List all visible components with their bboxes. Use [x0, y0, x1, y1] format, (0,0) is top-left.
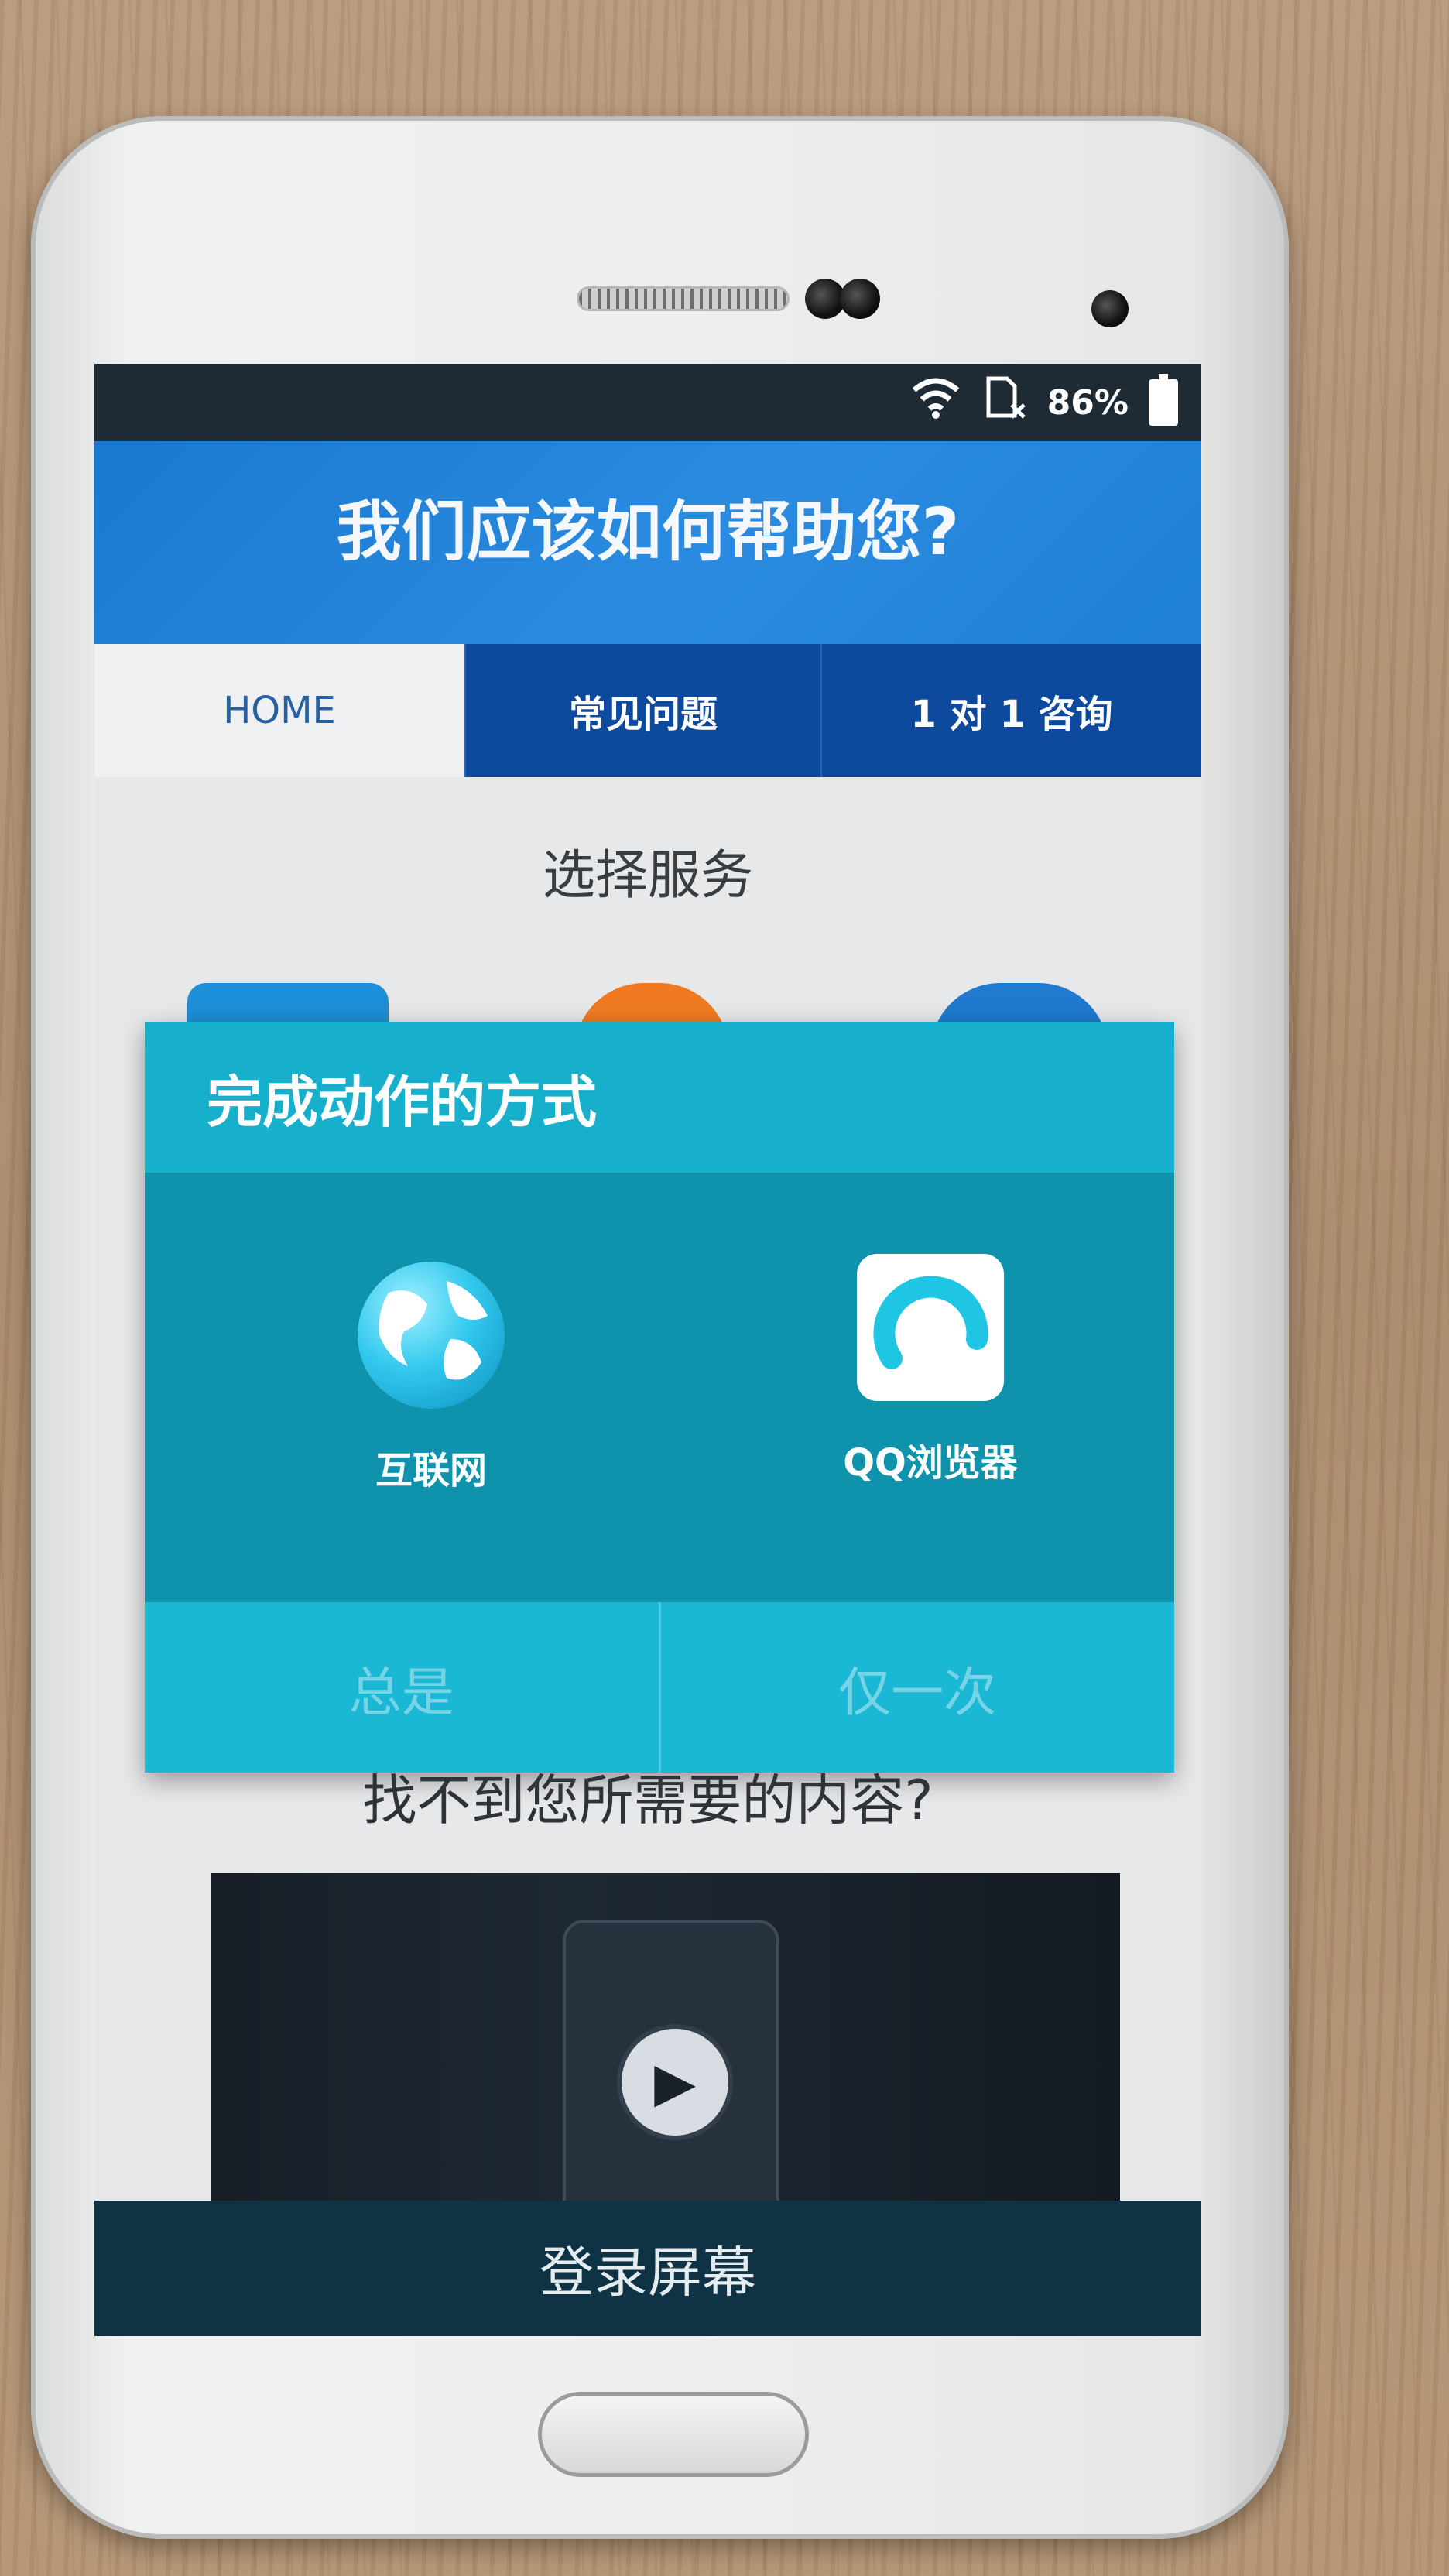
battery-percent: 86%: [1046, 382, 1129, 423]
option-internet-label: 互联网: [375, 1449, 487, 1492]
earpiece-speaker: [577, 286, 790, 311]
no-sim-icon: [981, 375, 1027, 430]
action-chooser-dialog: 完成动作的方式 互联网 QQ浏览器 总是 仅一次: [145, 1022, 1174, 1773]
home-button[interactable]: [538, 2392, 809, 2477]
device-screen: 86% 我们应该如何帮助您? HOME 常见问题 1 对 1 咨询 选择服务 完…: [94, 364, 1201, 2336]
wifi-icon: [911, 376, 961, 429]
just-once-button[interactable]: 仅一次: [658, 1602, 1175, 1773]
page-title: 我们应该如何帮助您?: [336, 494, 960, 570]
tab-consultation[interactable]: 1 对 1 咨询: [822, 644, 1201, 777]
login-screen-bar[interactable]: 登录屏幕: [94, 2201, 1201, 2336]
section-title: 选择服务: [542, 845, 753, 906]
tab-faq[interactable]: 常见问题: [466, 644, 822, 777]
tab-home[interactable]: HOME: [94, 644, 466, 777]
always-button[interactable]: 总是: [145, 1602, 659, 1773]
front-camera-icon: [1091, 290, 1129, 327]
globe-icon: [358, 1262, 505, 1409]
front-sensor-icon: [840, 279, 880, 319]
option-qq-browser[interactable]: QQ浏览器: [791, 1254, 1070, 1486]
dialog-button-row: 总是 仅一次: [145, 1602, 1174, 1773]
page-header: 我们应该如何帮助您?: [94, 441, 1201, 644]
dialog-title: 完成动作的方式: [145, 1022, 1174, 1173]
status-bar: 86%: [94, 364, 1201, 441]
video-thumbnail[interactable]: ▶: [211, 1873, 1120, 2229]
help-title: 找不到您所需要的内容?: [362, 1769, 933, 1832]
option-internet[interactable]: 互联网: [292, 1262, 570, 1494]
option-qq-browser-label: QQ浏览器: [843, 1441, 1018, 1485]
play-icon[interactable]: ▶: [617, 2024, 733, 2140]
battery-icon: [1149, 374, 1178, 426]
qq-browser-icon: [857, 1254, 1004, 1401]
tab-bar: HOME 常见问题 1 对 1 咨询: [94, 644, 1201, 777]
